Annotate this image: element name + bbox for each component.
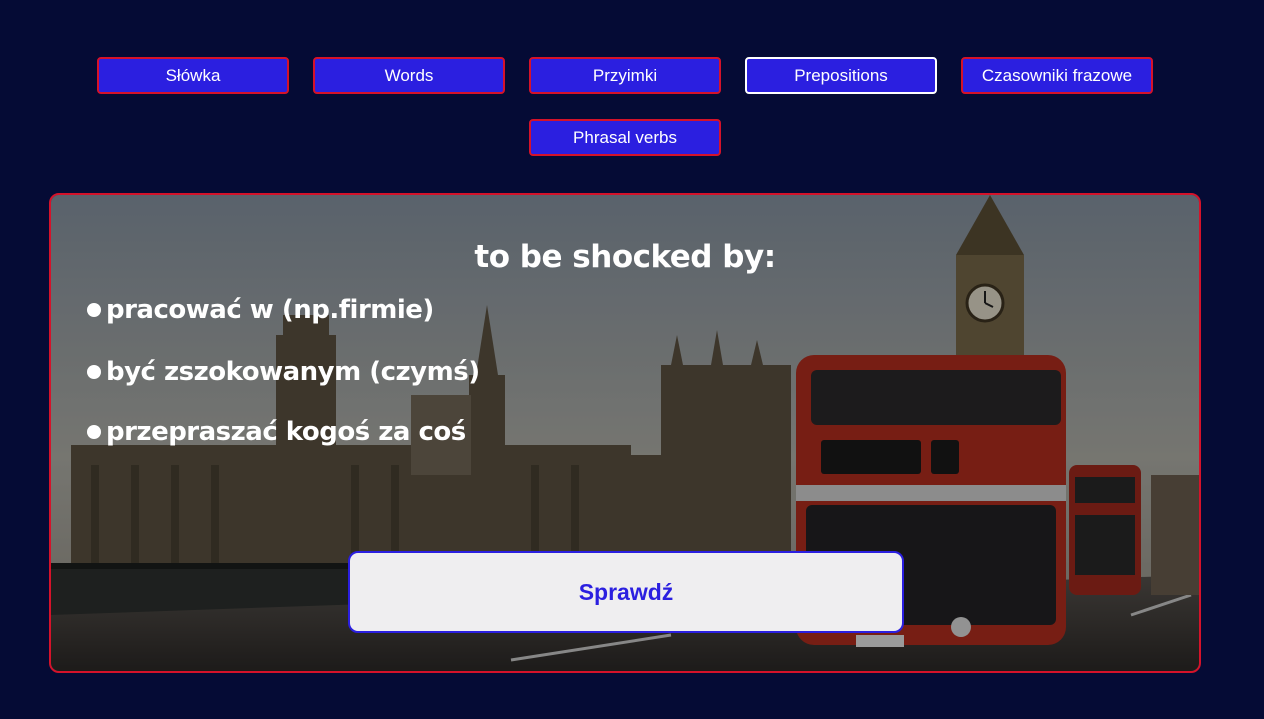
answer-option-label: być zszokowanym (czymś) xyxy=(106,357,480,387)
check-answer-button[interactable]: Sprawdź xyxy=(348,551,904,633)
nav-button-label: Czasowniki frazowe xyxy=(981,65,1133,85)
nav-button-label: Słówka xyxy=(165,65,221,85)
nav-button-label: Przyimki xyxy=(592,65,658,85)
answer-option[interactable]: pracować w (np.firmie) xyxy=(87,295,434,325)
nav-button-words[interactable]: Words xyxy=(313,57,505,94)
nav-button-prepositions[interactable]: Prepositions xyxy=(745,57,937,94)
nav-button-phrasal-verbs[interactable]: Phrasal verbs xyxy=(529,119,721,156)
nav-button-przyimki[interactable]: Przyimki xyxy=(529,57,721,94)
answer-option[interactable]: przepraszać kogoś za coś xyxy=(87,417,466,447)
nav-button-label: Phrasal verbs xyxy=(573,127,677,147)
nav-button-czasowniki-frazowe[interactable]: Czasowniki frazowe xyxy=(961,57,1153,94)
bullet-icon xyxy=(87,303,101,317)
nav-button-slowka[interactable]: Słówka xyxy=(97,57,289,94)
quiz-question: to be shocked by: xyxy=(474,239,776,275)
quiz-card: to be shocked by: pracować w (np.firmie)… xyxy=(49,193,1201,673)
nav-button-label: Prepositions xyxy=(794,65,888,85)
answer-option-label: przepraszać kogoś za coś xyxy=(106,417,466,447)
bullet-icon xyxy=(87,365,101,379)
bullet-icon xyxy=(87,425,101,439)
answer-option[interactable]: być zszokowanym (czymś) xyxy=(87,357,480,387)
answer-option-label: pracować w (np.firmie) xyxy=(106,295,434,325)
nav-button-label: Words xyxy=(384,65,434,85)
check-button-label: Sprawdź xyxy=(578,578,674,605)
